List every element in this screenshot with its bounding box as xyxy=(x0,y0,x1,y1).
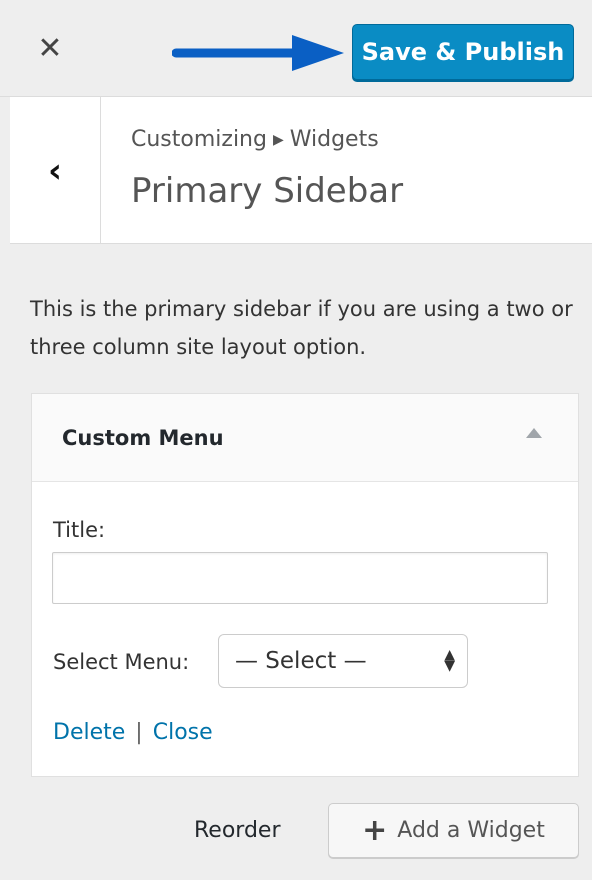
add-widget-button[interactable]: + Add a Widget xyxy=(328,803,579,858)
reorder-link[interactable]: Reorder xyxy=(194,818,281,843)
back-button[interactable]: ‹ xyxy=(10,97,101,244)
breadcrumb-separator-icon: ▶ xyxy=(272,131,284,148)
arrow-right-icon xyxy=(172,35,344,71)
widget-actions: Delete | Close xyxy=(53,720,213,745)
delete-link[interactable]: Delete xyxy=(53,720,125,745)
breadcrumb-item-widgets: Widgets xyxy=(289,127,379,152)
title-field-label: Title: xyxy=(53,518,106,542)
breadcrumb-item-customizing: Customizing xyxy=(131,127,267,152)
select-menu-label: Select Menu: xyxy=(53,650,190,674)
menu-select-value: — Select — xyxy=(235,648,367,674)
widget-title: Custom Menu xyxy=(62,426,224,450)
close-link[interactable]: Close xyxy=(153,720,213,745)
close-button[interactable]: ✕ xyxy=(0,0,100,97)
triangle-up-icon[interactable] xyxy=(526,428,542,438)
section-header: ‹ Customizing ▶ Widgets Primary Sidebar xyxy=(10,97,592,244)
title-input[interactable] xyxy=(52,552,548,604)
custom-menu-widget: Custom Menu Title: Select Menu: — Select… xyxy=(31,393,579,777)
breadcrumb: Customizing ▶ Widgets xyxy=(131,127,379,152)
widget-header[interactable]: Custom Menu xyxy=(32,394,578,482)
save-publish-button[interactable]: Save & Publish xyxy=(352,24,574,80)
section-description: This is the primary sidebar if you are u… xyxy=(30,297,573,359)
close-icon: ✕ xyxy=(37,31,63,66)
chevron-left-icon: ‹ xyxy=(47,150,62,191)
menu-select[interactable]: — Select — ▲ ▼ xyxy=(218,634,468,688)
add-widget-label: Add a Widget xyxy=(397,818,545,843)
select-arrows-icon: ▲ ▼ xyxy=(444,647,455,674)
plus-icon: + xyxy=(362,812,388,848)
customizer-topbar: ✕ Save & Publish xyxy=(0,0,592,97)
page-title: Primary Sidebar xyxy=(131,171,404,211)
actions-separator: | xyxy=(135,720,143,745)
